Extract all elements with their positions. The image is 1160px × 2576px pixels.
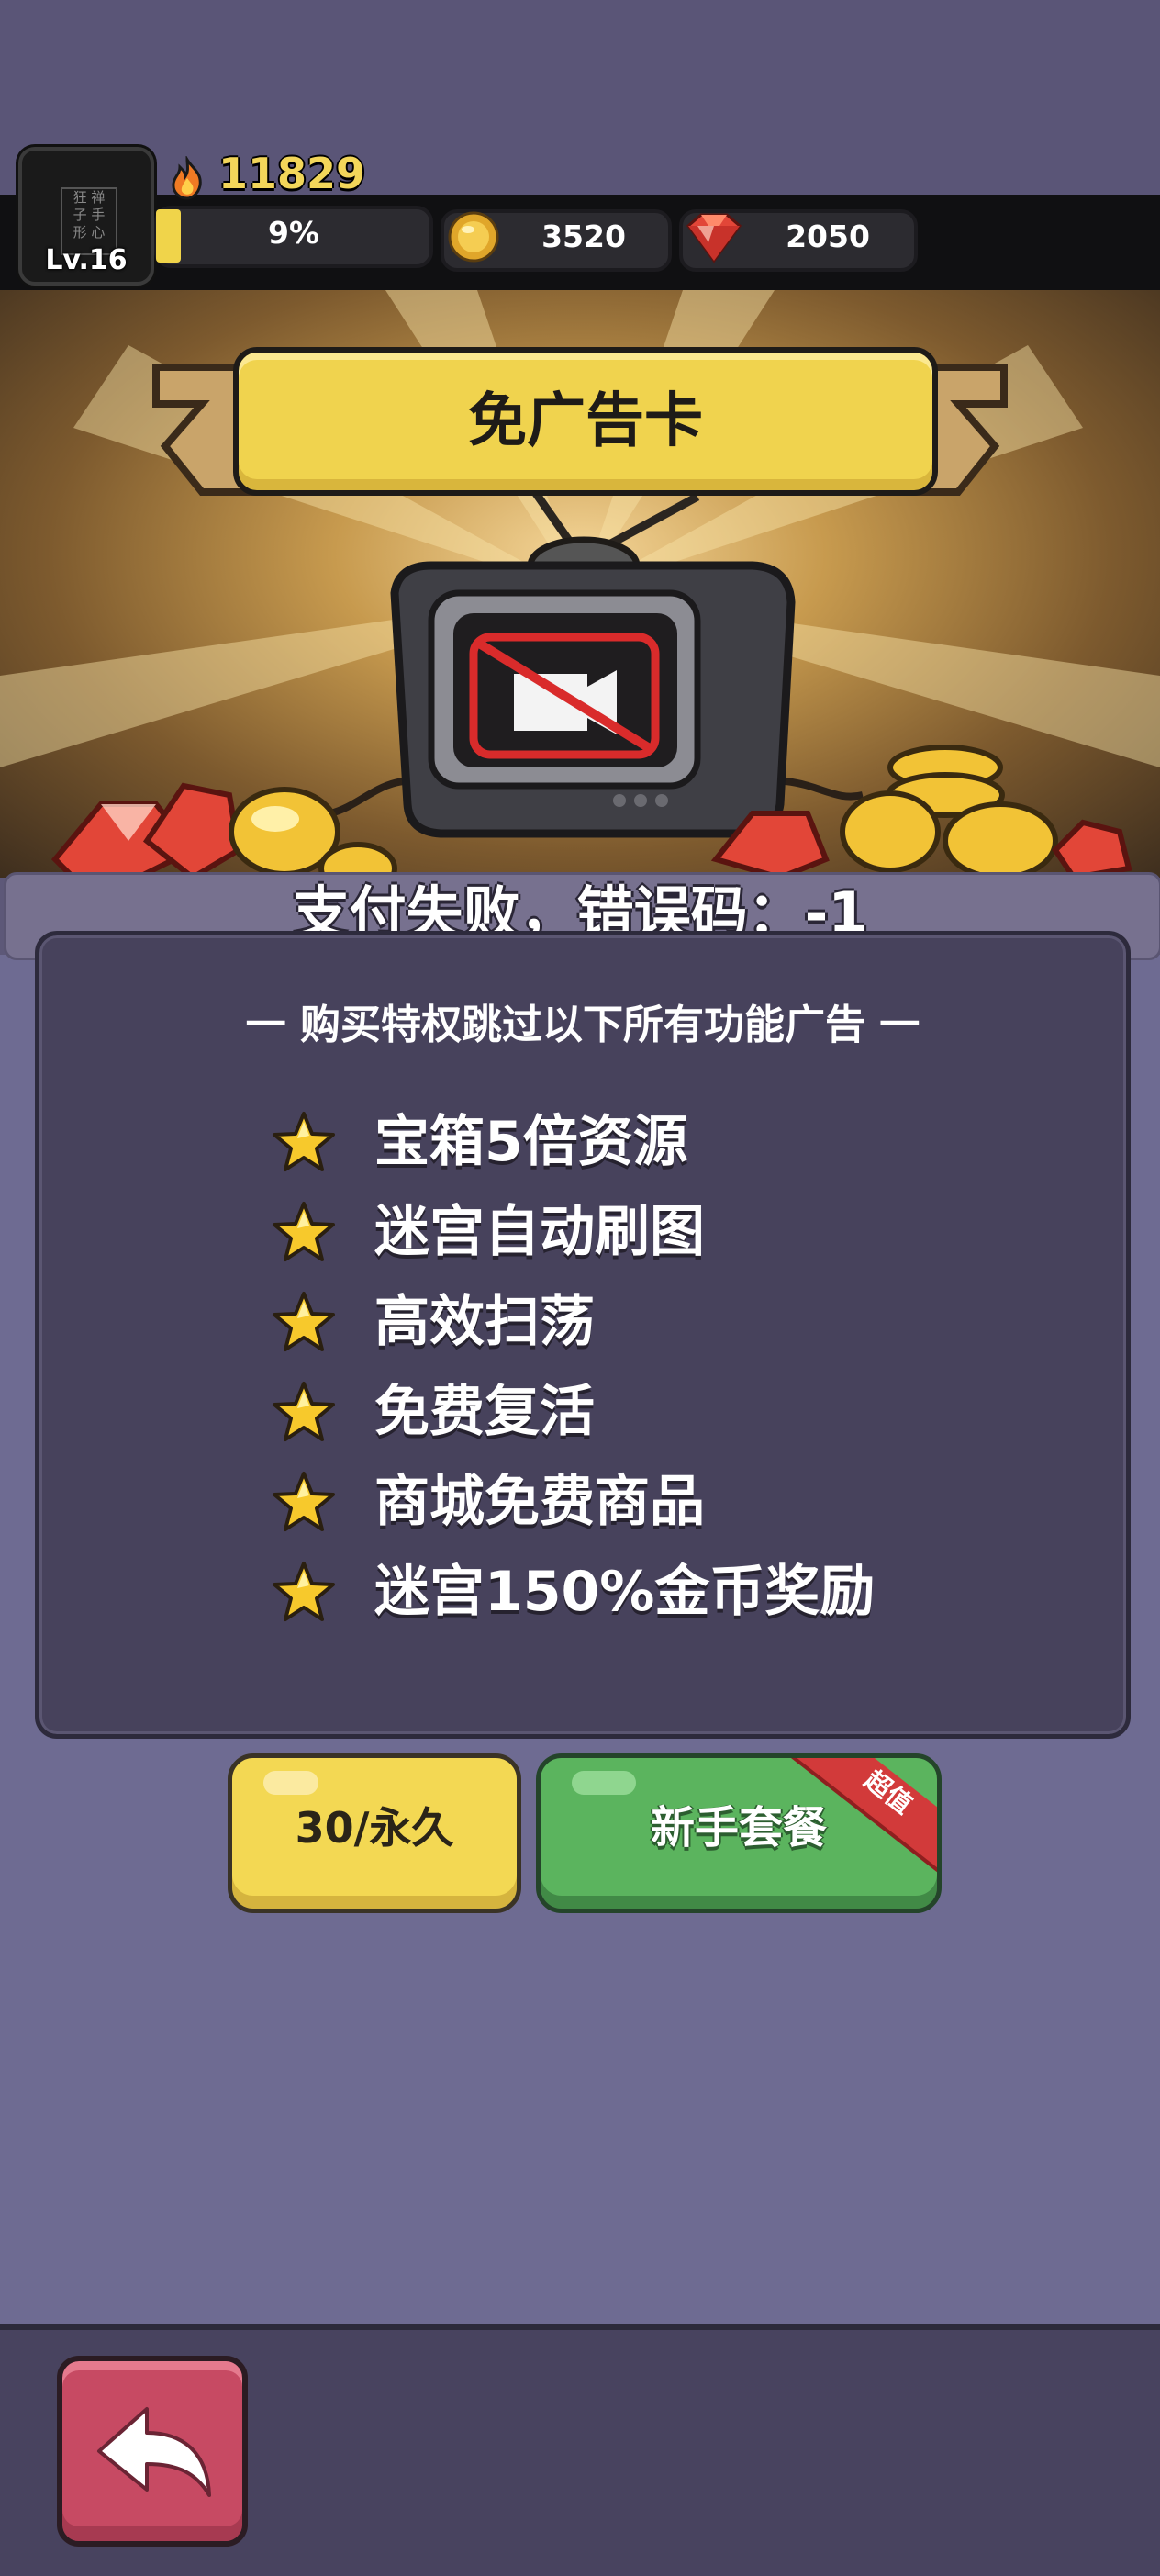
gem-icon — [686, 213, 742, 263]
star-icon — [273, 1382, 335, 1441]
feature-label: 高效扫荡 — [374, 1290, 595, 1354]
no-ad-tv-icon — [390, 561, 796, 838]
star-icon — [273, 1202, 335, 1261]
player-level: Lv.16 — [45, 244, 128, 276]
feature-label: 免费复活 — [374, 1380, 595, 1444]
feature-item: 商城免费商品 — [272, 1465, 1061, 1539]
player-avatar[interactable]: 狂 禅 子 手 形 心 Lv.16 — [18, 147, 154, 286]
feature-item: 免费复活 — [272, 1375, 1061, 1449]
fire-icon — [172, 156, 202, 200]
feature-label: 迷宫自动刷图 — [374, 1200, 705, 1264]
feature-label: 宝箱5倍资源 — [374, 1110, 688, 1174]
starter-pack-button[interactable]: 新手套餐 超值 — [536, 1753, 942, 1913]
feature-item: 迷宫150%金币奖励 — [272, 1555, 1061, 1629]
xp-progress-bar: 9% — [154, 206, 433, 268]
card-subtitle: 一 购买特权跳过以下所有功能广告 一 — [245, 1002, 920, 1048]
feature-label: 商城免费商品 — [374, 1470, 705, 1534]
star-icon — [273, 1112, 335, 1171]
buy-forever-button[interactable]: 30/永久 — [228, 1753, 521, 1913]
gem-pile-left — [50, 782, 397, 878]
score-value: 11829 — [218, 149, 366, 198]
feature-item: 宝箱5倍资源 — [272, 1105, 1061, 1179]
coin-icon — [448, 211, 499, 263]
star-icon — [273, 1472, 335, 1531]
gem-amount: 2050 — [786, 218, 870, 254]
back-arrow-icon — [97, 2407, 211, 2497]
xp-progress-label: 9% — [267, 215, 320, 251]
back-button[interactable] — [57, 2356, 248, 2547]
feature-item: 高效扫荡 — [272, 1285, 1061, 1359]
buy-forever-label: 30/永久 — [295, 1803, 454, 1853]
star-icon — [273, 1292, 335, 1351]
xp-progress-fill — [156, 209, 181, 263]
star-icon — [273, 1562, 335, 1621]
coin-amount: 3520 — [541, 218, 626, 254]
feature-item: 迷宫自动刷图 — [272, 1195, 1061, 1269]
feature-label: 迷宫150%金币奖励 — [374, 1560, 876, 1624]
banner-title: 免广告卡 — [468, 387, 703, 455]
